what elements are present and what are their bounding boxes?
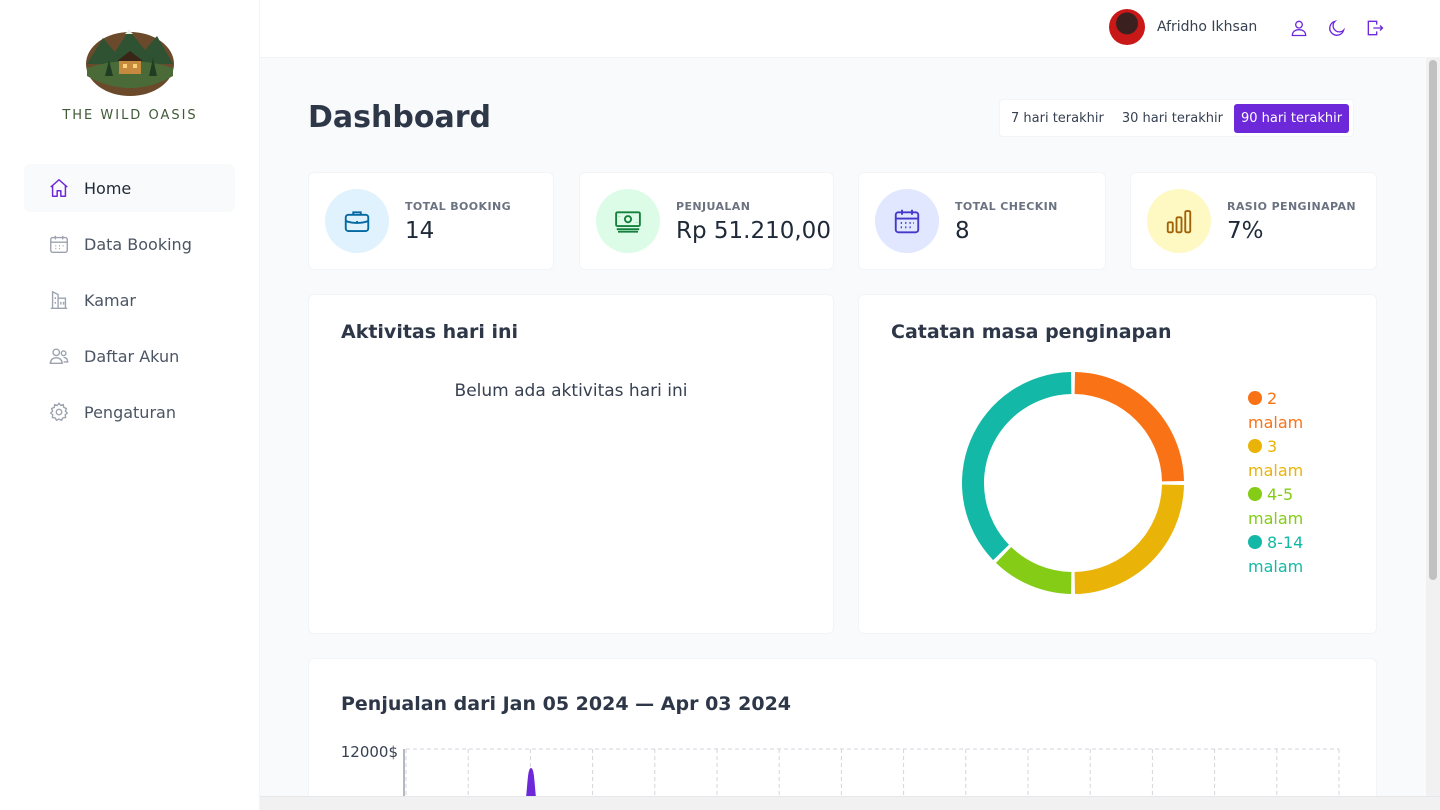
legend-dot-icon [1248, 439, 1262, 453]
activity-title: Aktivitas hari ini [341, 321, 519, 343]
sales-panel: Penjualan dari Jan 05 2024 — Apr 03 2024… [308, 658, 1377, 796]
top-header: Afridho Ikhsan [260, 0, 1440, 58]
sales-area-chart: 12000$ [341, 745, 1340, 796]
activity-empty-message: Belum ada aktivitas hari ini [454, 381, 688, 401]
sidebar-item-daftar-akun[interactable]: Daftar Akun [24, 332, 235, 380]
legend-item: 4-5 malam [1248, 483, 1328, 531]
stat-card-penjualan: PENJUALAN Rp 51.210,00 [579, 172, 834, 270]
filter-30-days-button[interactable]: 30 hari terakhir [1115, 104, 1230, 133]
legend-item: 3 malam [1248, 435, 1328, 483]
vertical-scrollbar[interactable] [1426, 58, 1440, 796]
legend-dot-icon [1248, 391, 1262, 405]
calendar-days-icon [875, 189, 939, 253]
stat-value: 14 [405, 218, 435, 244]
stat-card-total-booking: TOTAL BOOKING 14 [308, 172, 554, 270]
date-range-filter: 7 hari terakhir 30 hari terakhir 90 hari… [999, 99, 1355, 137]
user-profile[interactable]: Afridho Ikhsan [1109, 9, 1257, 45]
stat-title: TOTAL CHECKIN [955, 200, 1058, 213]
filter-90-days-button[interactable]: 90 hari terakhir [1233, 103, 1350, 133]
briefcase-icon [325, 189, 389, 253]
sidebar: THE WILD OASIS Home Data Booking Kamar D… [0, 0, 260, 810]
y-tick-label: 12000$ [341, 745, 398, 761]
scrollbar-thumb[interactable] [1429, 60, 1437, 580]
stat-title: TOTAL BOOKING [405, 200, 511, 213]
chart-bar-icon [1147, 189, 1211, 253]
sidebar-item-label: Pengaturan [84, 402, 176, 422]
users-icon [48, 345, 70, 367]
sidebar-item-data-booking[interactable]: Data Booking [24, 220, 235, 268]
building-icon [48, 289, 70, 311]
brand-name: THE WILD OASIS [62, 108, 198, 123]
sidebar-item-label: Daftar Akun [84, 346, 180, 366]
donut-slice-2-malam[interactable] [1074, 372, 1184, 482]
donut-slice-4-5-malam[interactable] [995, 547, 1072, 594]
page-title: Dashboard [308, 100, 491, 135]
moon-icon[interactable] [1326, 15, 1348, 41]
stay-duration-panel: Catatan masa penginapan 2 malam 3 malam 4-… [858, 294, 1377, 634]
stay-duration-title: Catatan masa penginapan [891, 321, 1172, 343]
sidebar-item-pengaturan[interactable]: Pengaturan [24, 388, 235, 436]
donut-slice-8-14-malam[interactable] [962, 372, 1072, 561]
stat-value: 7% [1227, 218, 1264, 244]
sidebar-item-home[interactable]: Home [24, 164, 235, 212]
stay-duration-legend: 2 malam 3 malam 4-5 malam 8-14 malam [1248, 387, 1328, 579]
banknotes-icon [596, 189, 660, 253]
sidebar-item-label: Kamar [84, 290, 136, 310]
legend-dot-icon [1248, 535, 1262, 549]
main-content: Dashboard 7 hari terakhir 30 hari terakh… [260, 58, 1426, 796]
horizontal-scrollbar[interactable] [260, 796, 1440, 810]
donut-slice-3-malam[interactable] [1074, 484, 1184, 594]
user-icon[interactable] [1288, 15, 1310, 41]
calendar-icon [48, 233, 70, 255]
legend-item: 2 malam [1248, 387, 1328, 435]
stat-card-rasio-penginapan: RASIO PENGINAPAN 7% [1130, 172, 1377, 270]
logout-icon[interactable] [1364, 15, 1386, 41]
legend-item: 8-14 malam [1248, 531, 1328, 579]
logo[interactable]: THE WILD OASIS [62, 24, 198, 123]
sales-series-area [526, 767, 536, 796]
sidebar-item-label: Data Booking [84, 234, 192, 254]
sidebar-item-kamar[interactable]: Kamar [24, 276, 235, 324]
stat-title: PENJUALAN [676, 200, 751, 213]
activity-panel: Aktivitas hari ini Belum ada aktivitas h… [308, 294, 834, 634]
legend-dot-icon [1248, 487, 1262, 501]
sidebar-item-label: Home [84, 178, 132, 198]
home-icon [48, 177, 70, 199]
sales-title: Penjualan dari Jan 05 2024 — Apr 03 2024 [341, 693, 792, 715]
stat-title: RASIO PENGINAPAN [1227, 200, 1356, 213]
stay-duration-donut-chart [962, 372, 1184, 594]
gear-icon [48, 401, 70, 423]
sidebar-nav: Home Data Booking Kamar Daftar Akun Peng… [24, 164, 235, 444]
logo-image [85, 24, 175, 96]
stat-card-total-checkin: TOTAL CHECKIN 8 [858, 172, 1106, 270]
stat-value: Rp 51.210,00 [676, 218, 831, 244]
user-name: Afridho Ikhsan [1157, 19, 1258, 35]
avatar [1109, 9, 1145, 45]
stat-value: 8 [955, 218, 970, 244]
header-actions [1288, 15, 1386, 41]
filter-7-days-button[interactable]: 7 hari terakhir [1004, 104, 1111, 133]
